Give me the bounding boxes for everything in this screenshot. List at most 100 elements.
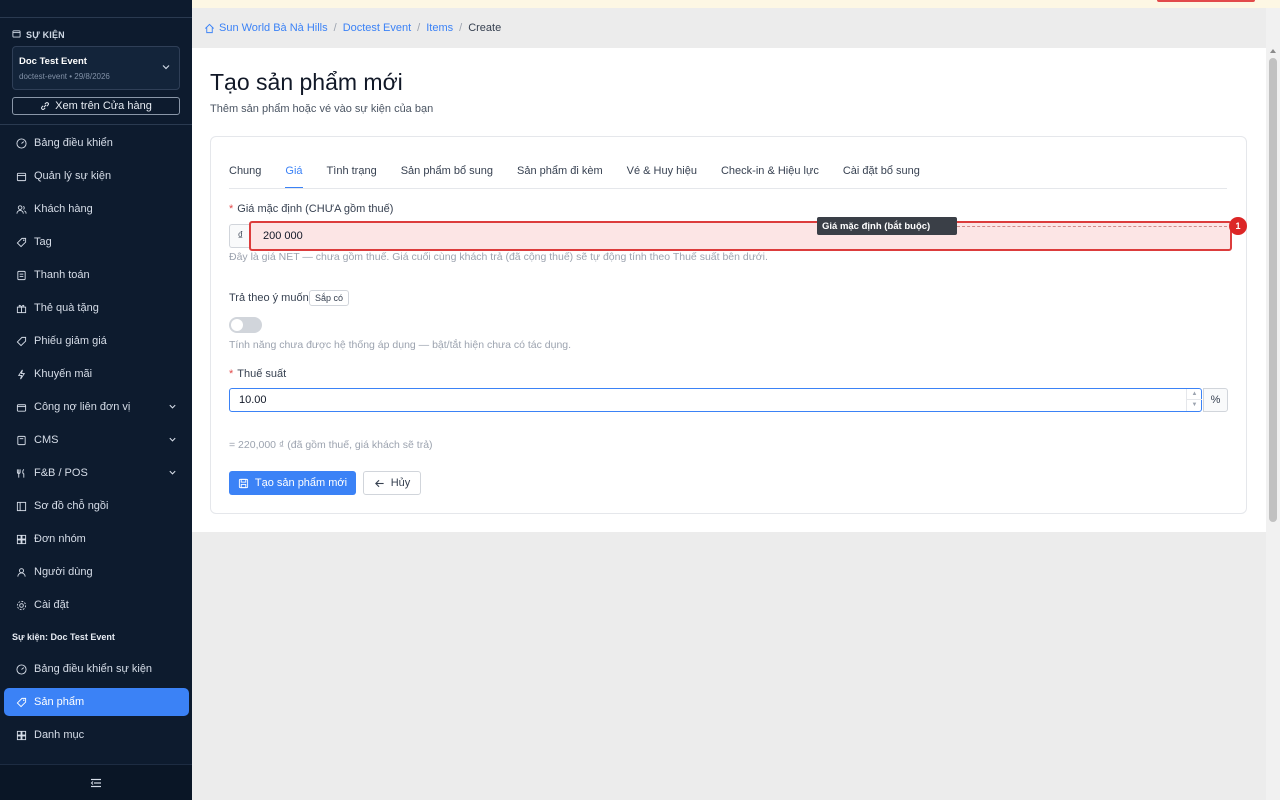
breadcrumb-current: Create xyxy=(468,22,502,34)
arrow-left-icon xyxy=(374,479,384,487)
dashboard-icon xyxy=(15,137,27,149)
top-alert-button-edge[interactable] xyxy=(1157,0,1255,2)
tab-general[interactable]: Chung xyxy=(229,165,261,189)
breadcrumb: Sun World Bà Nà Hills / Doctest Event / … xyxy=(204,22,501,34)
calendar-icon xyxy=(12,29,21,40)
tab-price[interactable]: Giá xyxy=(285,165,303,189)
total-price-note: = 220,000 ₫ (đã gồm thuế, giá khách sẽ t… xyxy=(229,439,433,451)
page-subtitle: Thêm sản phẩm hoặc vé vào sự kiện của bạ… xyxy=(210,103,434,115)
breadcrumb-separator: / xyxy=(417,22,421,34)
gift-icon xyxy=(15,302,27,314)
users-icon xyxy=(15,203,27,215)
sidebar-item-group-orders[interactable]: Đơn nhóm xyxy=(4,525,189,553)
chevron-down-icon xyxy=(169,437,176,442)
currency-prefix: ₫ xyxy=(229,224,251,248)
page-title: Tạo sản phẩm mới xyxy=(210,69,403,95)
gear-icon xyxy=(15,599,27,611)
wallet-icon xyxy=(15,401,27,413)
sidebar-item-payments[interactable]: Thanh toán xyxy=(4,261,189,289)
cancel-button[interactable]: Hủy xyxy=(363,471,421,495)
sidebar-item-dashboard[interactable]: Bảng điều khiển xyxy=(4,129,189,157)
highlight-badge: 1 xyxy=(1229,217,1247,235)
sidebar-divider xyxy=(0,17,192,18)
scrollbar-thumb[interactable] xyxy=(1269,58,1277,522)
grid-icon xyxy=(15,533,27,545)
tax-rate-label: * Thuế suất xyxy=(229,368,287,380)
breadcrumb-event[interactable]: Doctest Event xyxy=(343,22,411,34)
coming-soon-badge: Sắp có xyxy=(309,290,350,306)
sidebar-item-products[interactable]: Sản phẩm xyxy=(4,688,189,716)
ticket-icon xyxy=(15,335,27,347)
save-icon xyxy=(238,478,248,488)
sidebar-item-gift-cards[interactable]: Thẻ quà tặng xyxy=(4,294,189,322)
event-slug-date: doctest-event • 29/8/2026 xyxy=(19,72,110,81)
calendar-icon xyxy=(15,170,27,182)
tab-tickets-badges[interactable]: Vé & Huy hiệu xyxy=(627,165,697,189)
tag-icon xyxy=(15,236,27,248)
highlight-dashed-line xyxy=(957,226,1227,227)
breadcrumb-separator: / xyxy=(459,22,463,34)
event-selector[interactable]: Doc Test Event doctest-event • 29/8/2026 xyxy=(12,46,180,90)
chevron-down-icon xyxy=(169,470,176,475)
sidebar-item-fnb-pos[interactable]: F&B / POS xyxy=(4,459,189,487)
tax-rate-stepper[interactable]: ▲ ▼ xyxy=(1186,389,1202,411)
sidebar-divider xyxy=(0,124,192,125)
scroll-up-icon[interactable] xyxy=(1269,48,1277,54)
chevron-down-icon xyxy=(169,404,176,409)
user-icon xyxy=(15,566,27,578)
pay-what-you-want-toggle[interactable] xyxy=(229,317,262,333)
tag-icon xyxy=(15,696,27,708)
tab-extra-settings[interactable]: Cài đặt bổ sung xyxy=(843,165,920,189)
bolt-icon xyxy=(15,368,27,380)
tab-addons[interactable]: Sản phẩm bổ sung xyxy=(401,165,493,189)
home-icon xyxy=(205,23,214,33)
document-icon xyxy=(15,434,27,446)
sidebar-item-settings[interactable]: Cài đặt xyxy=(4,591,189,619)
receipt-icon xyxy=(15,269,27,281)
price-label: * Giá mặc định (CHƯA gồm thuế) xyxy=(229,203,394,215)
tab-bundles[interactable]: Sản phẩm đi kèm xyxy=(517,165,603,189)
tab-checkin-validity[interactable]: Check-in & Hiệu lực xyxy=(721,165,819,189)
sidebar-item-events[interactable]: Quản lý sự kiện xyxy=(4,162,189,190)
stepper-down-icon[interactable]: ▼ xyxy=(1187,400,1202,411)
sidebar: SỰ KIỆN Doc Test Event doctest-event • 2… xyxy=(0,0,192,800)
tabs-divider xyxy=(229,188,1227,189)
grid-icon xyxy=(15,729,27,741)
price-tooltip: Giá mặc định (bắt buộc) xyxy=(817,217,957,235)
sidebar-item-inter-unit-debt[interactable]: Công nợ liên đơn vị xyxy=(4,393,189,421)
seatmap-icon xyxy=(15,500,27,512)
sidebar-item-promotions[interactable]: Khuyến mãi xyxy=(4,360,189,388)
stepper-up-icon[interactable]: ▲ xyxy=(1187,389,1202,400)
price-help-text: Đây là giá NET — chưa gồm thuế. Giá cuối… xyxy=(229,251,768,263)
create-product-button[interactable]: Tạo sản phẩm mới xyxy=(229,471,356,495)
percent-suffix: % xyxy=(1203,388,1228,412)
chevron-down-icon xyxy=(162,65,170,70)
toggle-help-text: Tính năng chưa được hệ thống áp dụng — b… xyxy=(229,339,572,351)
sidebar-item-users[interactable]: Người dùng xyxy=(4,558,189,586)
tab-status[interactable]: Tình trạng xyxy=(327,165,377,189)
pay-what-you-want-label: Trả theo ý muốn xyxy=(229,292,309,304)
tab-bar: Chung Giá Tình trạng Sản phẩm bổ sung Sả… xyxy=(229,165,920,189)
breadcrumb-separator: / xyxy=(333,22,337,34)
breadcrumb-home[interactable]: Sun World Bà Nà Hills xyxy=(204,22,328,34)
sidebar-item-customers[interactable]: Khách hàng xyxy=(4,195,189,223)
dashboard-icon xyxy=(15,663,27,675)
sidebar-item-coupons[interactable]: Phiếu giảm giá xyxy=(4,327,189,355)
sidebar-item-seat-map[interactable]: Sơ đồ chỗ ngồi xyxy=(4,492,189,520)
menu-icon xyxy=(90,778,101,787)
food-icon xyxy=(15,467,27,479)
form-card xyxy=(210,136,1247,514)
link-icon xyxy=(41,102,50,110)
sidebar-item-event-dashboard[interactable]: Bảng điều khiển sự kiện xyxy=(4,655,189,683)
view-in-shop-button[interactable]: Xem trên Cửa hàng xyxy=(12,97,180,115)
toggle-knob xyxy=(231,319,243,331)
breadcrumb-items[interactable]: Items xyxy=(426,22,453,34)
sidebar-item-cms[interactable]: CMS xyxy=(4,426,189,454)
sidebar-item-categories[interactable]: Danh mục xyxy=(4,721,189,749)
sidebar-collapse-button[interactable] xyxy=(0,764,192,800)
event-name: Doc Test Event xyxy=(19,56,87,67)
tax-rate-input[interactable]: 10.00 xyxy=(229,388,1202,412)
top-notice-strip xyxy=(192,0,1280,8)
sidebar-section-title: SỰ KIỆN xyxy=(12,29,65,40)
sidebar-item-tag[interactable]: Tag xyxy=(4,228,189,256)
